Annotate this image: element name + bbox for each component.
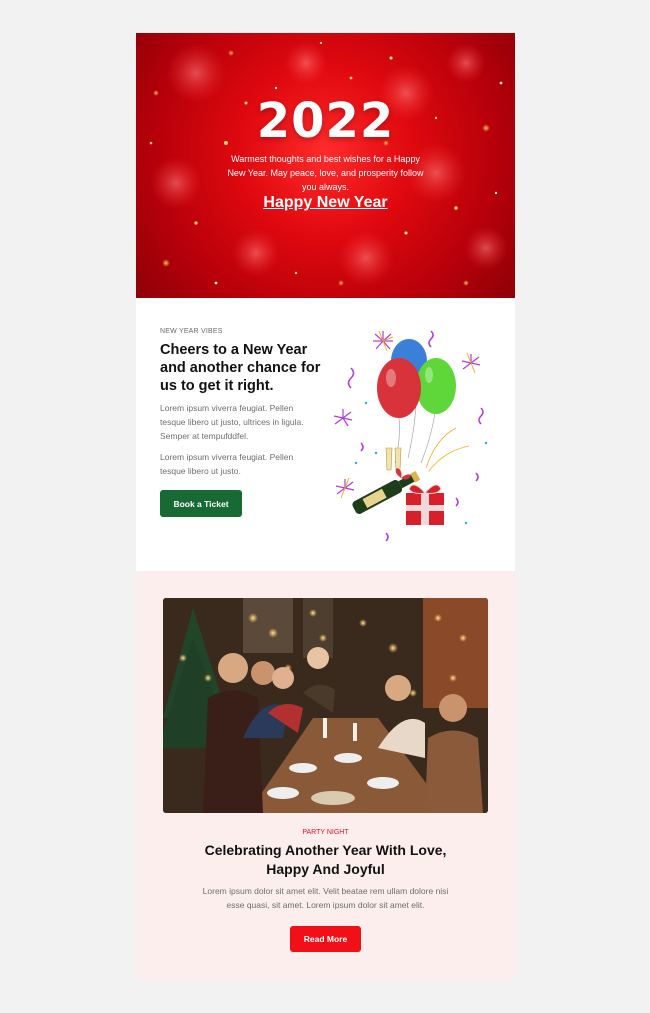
new-year-vibes-section: NEW YEAR VIBES Cheers to a New Year and …	[136, 298, 515, 571]
section-heading: Cheers to a New Year and another chance …	[160, 342, 321, 394]
party-eyebrow: PARTY NIGHT	[302, 829, 349, 836]
party-night-section: PARTY NIGHT Celebrating Another Year Wit…	[136, 571, 515, 979]
party-selfie-photo	[163, 598, 488, 813]
party-heading: Celebrating Another Year With Love, Happ…	[204, 842, 447, 877]
balloons-champagne-gift-icon	[333, 330, 488, 542]
party-photo-illustration	[163, 598, 488, 813]
hero-message: Warmest thoughts and best wishes for a H…	[227, 154, 424, 192]
book-ticket-button[interactable]: Book a Ticket	[160, 490, 242, 517]
email-container: 2022 Warmest thoughts and best wishes fo…	[136, 33, 515, 979]
hero-year: 2022	[256, 93, 395, 149]
hero-banner: 2022 Warmest thoughts and best wishes fo…	[136, 33, 515, 298]
section-paragraph: Lorem ipsum viverra feugiat. Pellen tesq…	[160, 403, 304, 441]
happy-new-year-link[interactable]: Happy New Year	[136, 194, 515, 212]
party-paragraph: Lorem ipsum dolor sit amet elit. Velit b…	[202, 886, 449, 910]
read-more-button[interactable]: Read More	[290, 926, 361, 952]
section-paragraph: Lorem ipsum viverra feugiat. Pellen tesq…	[160, 452, 294, 476]
section-eyebrow: NEW YEAR VIBES	[160, 328, 223, 335]
